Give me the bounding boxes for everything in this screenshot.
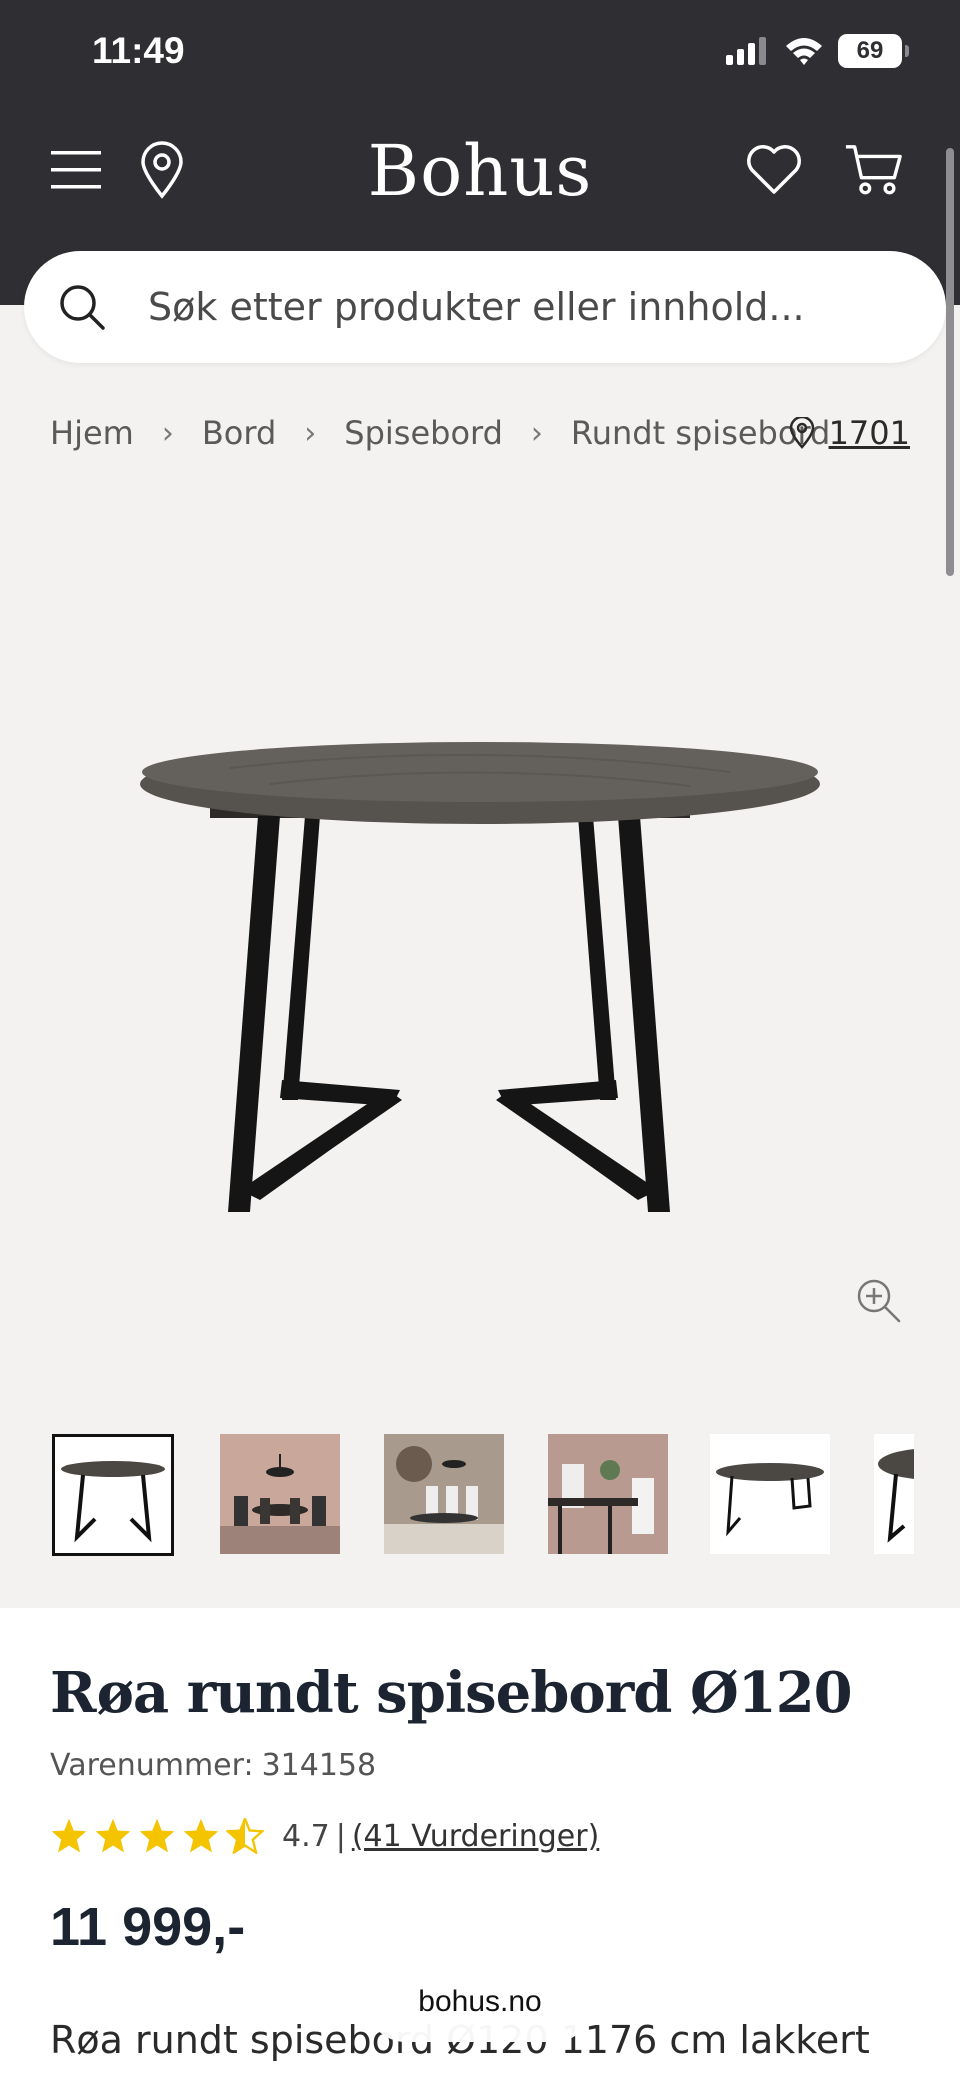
product-rating: 4.7 | (41 Vurderinger) bbox=[50, 1818, 599, 1854]
chevron-right-icon: › bbox=[530, 415, 543, 451]
sku-value: 314158 bbox=[261, 1748, 377, 1783]
star-icon bbox=[95, 1818, 131, 1853]
star-icon bbox=[139, 1818, 175, 1853]
zoom-button[interactable] bbox=[850, 1272, 906, 1328]
breadcrumb: Hjem › Bord › Spisebord › Rundt spisebor… bbox=[50, 414, 830, 452]
thumbnail-4[interactable] bbox=[548, 1434, 668, 1554]
scrollbar[interactable] bbox=[946, 148, 954, 576]
location-pin-icon bbox=[141, 141, 183, 199]
rating-stars bbox=[50, 1818, 264, 1854]
star-icon bbox=[51, 1818, 87, 1853]
product-sku: Varenummer: 314158 bbox=[50, 1748, 376, 1783]
store-number[interactable]: 1701 bbox=[829, 414, 910, 452]
menu-button[interactable] bbox=[46, 140, 106, 200]
thumbnail-3[interactable] bbox=[384, 1434, 504, 1554]
status-icons: 69 bbox=[726, 34, 909, 68]
selected-store-link[interactable]: 1701 bbox=[789, 414, 910, 452]
search-bar[interactable] bbox=[24, 251, 946, 363]
chevron-right-icon: › bbox=[304, 415, 317, 451]
browser-url-pill[interactable]: bohus.no bbox=[366, 1962, 594, 2042]
location-pin-icon bbox=[789, 417, 814, 449]
breadcrumb-item-bord[interactable]: Bord bbox=[202, 414, 276, 452]
store-locator-button[interactable] bbox=[132, 140, 192, 200]
thumbnail-5[interactable] bbox=[710, 1434, 830, 1554]
product-price: 11 999,- bbox=[50, 1897, 246, 1957]
bohus-logo[interactable]: Bohus bbox=[330, 130, 630, 212]
product-title: Røa rundt spisebord Ø120 bbox=[50, 1660, 853, 1726]
status-time: 11:49 bbox=[92, 30, 185, 71]
rating-value: 4.7 bbox=[282, 1818, 330, 1854]
signal-icon bbox=[726, 37, 766, 65]
search-input[interactable] bbox=[148, 285, 868, 329]
thumbnail-gallery bbox=[52, 1434, 914, 1556]
cart-button[interactable] bbox=[844, 140, 904, 200]
heart-icon bbox=[747, 145, 801, 194]
thumbnail-6[interactable] bbox=[874, 1434, 914, 1554]
half-star-icon bbox=[226, 1818, 264, 1854]
thumbnail-1[interactable] bbox=[52, 1434, 174, 1556]
sku-label: Varenummer: bbox=[50, 1748, 254, 1783]
wifi-icon bbox=[786, 38, 822, 65]
wishlist-button[interactable] bbox=[744, 140, 804, 200]
cart-icon bbox=[845, 145, 902, 195]
search-icon[interactable] bbox=[54, 279, 110, 335]
chevron-right-icon: › bbox=[161, 415, 174, 451]
breadcrumb-item-hjem[interactable]: Hjem bbox=[50, 414, 134, 452]
menu-icon bbox=[51, 151, 101, 189]
thumbnail-2[interactable] bbox=[220, 1434, 340, 1554]
rating-separator: | bbox=[335, 1818, 346, 1854]
breadcrumb-item-spisebord[interactable]: Spisebord bbox=[344, 414, 503, 452]
reviews-link[interactable]: (41 Vurderinger) bbox=[352, 1819, 599, 1854]
star-icon bbox=[183, 1818, 219, 1853]
product-image[interactable] bbox=[130, 680, 830, 1220]
zoom-in-icon bbox=[857, 1279, 901, 1323]
battery-indicator: 69 bbox=[838, 34, 909, 68]
